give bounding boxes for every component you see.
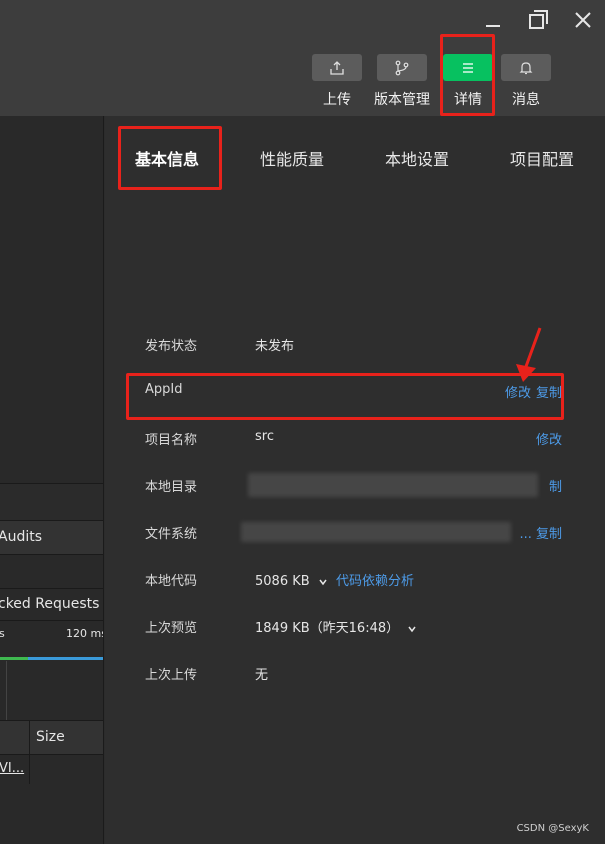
last-upload-label: 上次上传 [145, 668, 198, 683]
tab-basic-info[interactable]: 基本信息 [135, 146, 199, 170]
local-dir-label: 本地目录 [145, 480, 198, 495]
timeline-tick-left: s [0, 627, 5, 640]
tab-project-config[interactable]: 项目配置 [510, 146, 574, 170]
local-code-value-group[interactable]: 5086 KB 代码依赖分析 [255, 570, 414, 589]
publish-status-label: 发布状态 [145, 339, 198, 354]
upload-button[interactable]: 上传 [311, 54, 363, 109]
watermark: CSDN @SexyK [516, 823, 589, 834]
devtools-toolbar [0, 554, 103, 588]
network-table-header: Size [0, 720, 103, 754]
details-label: 详情 [454, 92, 482, 108]
tab-local-settings[interactable]: 本地设置 [385, 146, 449, 170]
blocked-requests-label[interactable]: cked Requests [0, 596, 99, 612]
project-name-edit-link[interactable]: 修改 [536, 429, 562, 448]
local-code-size: 5086 KB [255, 574, 310, 589]
maximize-icon[interactable] [526, 8, 550, 32]
appid-edit-link[interactable]: 修改 [505, 382, 531, 401]
publish-status-value: 未发布 [255, 339, 295, 354]
audits-tab[interactable]: Audits [0, 529, 42, 545]
info-row-local-dir: 本地目录 制 [105, 471, 605, 501]
details-panel: 基本信息 性能质量 本地设置 项目配置 发布状态 未发布 AppId 修改 复制… [105, 116, 605, 844]
network-timeline: s 120 ms [0, 620, 104, 720]
upload-icon [312, 54, 362, 81]
close-icon[interactable] [571, 8, 595, 32]
timeline-tick-right: 120 ms [66, 627, 104, 640]
appid-label: AppId [145, 382, 183, 397]
menu-lines-icon [443, 54, 493, 81]
last-upload-value: 无 [255, 668, 269, 683]
redacted-path [248, 473, 538, 497]
version-management-button[interactable]: 版本管理 [366, 54, 438, 109]
upload-label: 上传 [323, 92, 351, 108]
info-row-last-preview: 上次预览 1849 KB（昨天16:48） [105, 612, 605, 642]
info-row-local-code: 本地代码 5086 KB 代码依赖分析 [105, 565, 605, 595]
bell-icon [501, 54, 551, 81]
timeline-bar-green [0, 657, 28, 660]
messages-label: 消息 [512, 92, 540, 108]
info-row-project-name: 项目名称 src 修改 [105, 424, 605, 454]
info-row-appid: AppId 修改 复制 [105, 377, 605, 407]
info-row-publish-status: 发布状态 未发布 [105, 330, 605, 360]
devtools-pane: Audits cked Requests s 120 ms Size VI... [0, 116, 104, 844]
table-row[interactable]: VI... [0, 754, 103, 784]
version-management-label: 版本管理 [374, 92, 430, 108]
devtools-header-strip [0, 483, 103, 520]
tab-performance[interactable]: 性能质量 [260, 146, 324, 170]
dependency-analysis-link[interactable]: 代码依赖分析 [336, 574, 414, 589]
last-preview-value: 1849 KB（昨天16:48） [255, 621, 400, 636]
blocked-requests-row: cked Requests [0, 588, 103, 620]
info-row-last-upload: 上次上传 无 [105, 659, 605, 689]
title-bar: 上传 版本管理 详情 消息 [0, 0, 605, 116]
chevron-down-icon[interactable] [407, 624, 417, 634]
request-name-cell[interactable]: VI... [0, 761, 24, 776]
minimize-icon[interactable] [481, 8, 505, 32]
messages-button[interactable]: 消息 [500, 54, 552, 109]
chevron-down-icon[interactable] [318, 577, 328, 587]
info-row-file-system: 文件系统 ... 复制 [105, 518, 605, 548]
local-dir-copy-link[interactable]: 制 [549, 476, 562, 495]
file-system-label: 文件系统 [145, 527, 198, 542]
details-button[interactable]: 详情 [442, 54, 494, 109]
project-name-value: src [255, 429, 274, 444]
appid-copy-link[interactable]: 复制 [536, 382, 562, 401]
branch-icon [377, 54, 427, 81]
last-preview-value-group[interactable]: 1849 KB（昨天16:48） [255, 617, 417, 636]
timeline-bar-blue [28, 657, 103, 660]
size-column-header[interactable]: Size [36, 729, 65, 745]
project-name-label: 项目名称 [145, 433, 198, 448]
redacted-file-system [241, 522, 511, 542]
devtools-tab-strip: Audits [0, 520, 103, 554]
file-system-copy-link[interactable]: ... 复制 [519, 523, 562, 542]
local-code-label: 本地代码 [145, 574, 198, 589]
last-preview-label: 上次预览 [145, 621, 198, 636]
